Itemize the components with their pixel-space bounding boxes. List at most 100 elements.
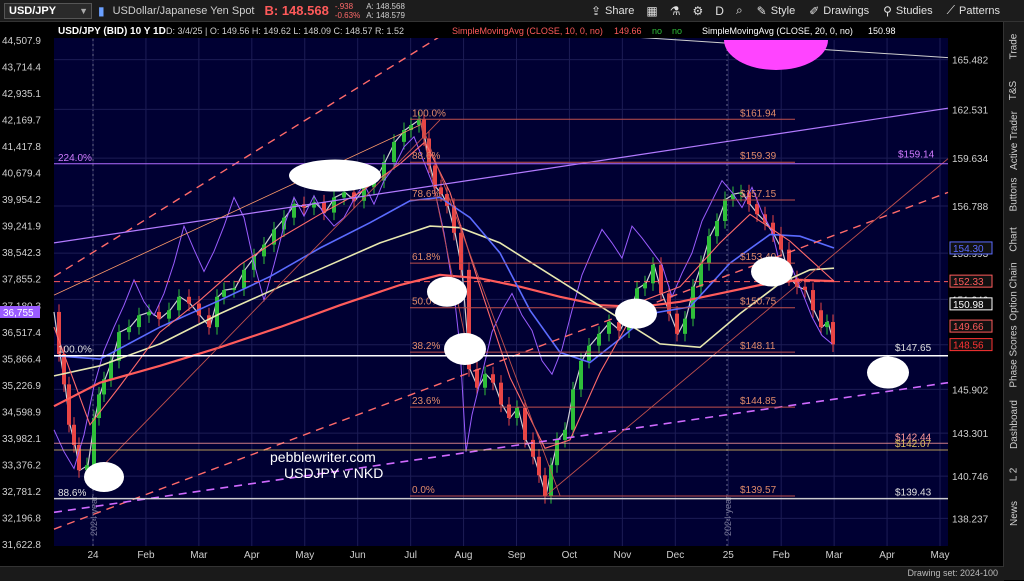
sidebar-tab-label: Active Trader <box>1008 110 1020 170</box>
candle-body <box>831 322 835 345</box>
fib-price-label: $159.39 <box>740 151 777 162</box>
y-tick-label-left: 33,982.1 <box>2 434 41 445</box>
y-tick-label-left: 39,241.9 <box>2 222 41 233</box>
y-tick-label-left: 35,866.4 <box>2 354 41 365</box>
right-level-label: $159.14 <box>898 149 935 160</box>
sidebar-tab-dashboard[interactable]: Dashboard <box>1004 392 1024 456</box>
symbol-description: USDollar/Japanese Yen Spot <box>112 4 255 17</box>
candle-body <box>537 456 541 476</box>
right-level-label: $139.43 <box>895 487 932 498</box>
fib-pct-label: 61.8% <box>412 252 440 263</box>
sidebar-tab-active-trader[interactable]: Active Trader <box>1004 110 1024 170</box>
x-tick-label: 24 <box>87 550 99 561</box>
candle-body <box>117 332 121 361</box>
candle-body <box>207 315 211 328</box>
candle-body <box>109 360 113 380</box>
legend-no: no <box>672 26 682 36</box>
annotation-ellipse <box>867 356 909 389</box>
sidebar-tab-buttons[interactable]: Buttons <box>1004 172 1024 216</box>
annotation-ellipse <box>289 159 381 192</box>
studies-button[interactable]: ⚲ Studies <box>883 4 933 18</box>
candle-body <box>755 204 759 215</box>
x-tick-label: May <box>931 550 950 561</box>
candle-body <box>92 418 96 466</box>
year-label: 2024 year <box>723 496 733 536</box>
candle-body <box>587 345 591 361</box>
fib-pct-label: 88.6% <box>412 151 440 162</box>
x-tick-label: Oct <box>562 550 578 561</box>
chevron-down-icon[interactable]: ▼ <box>79 6 88 16</box>
style-label: Style <box>770 4 796 17</box>
change-block: -.938 -0.63% <box>335 2 360 20</box>
ask-line-1: A: 148.568 <box>366 1 405 11</box>
fib-pct-label: 38.2% <box>412 341 440 352</box>
sidebar-tab-chart[interactable]: Chart <box>1004 218 1024 260</box>
candle-body <box>332 197 336 213</box>
candle-body <box>571 389 575 430</box>
annotation-ellipse <box>84 461 124 492</box>
y-tick-label-right: 159.634 <box>952 154 989 165</box>
price-chart[interactable]: 24 Feb Mar Apr May Jun Jul Aug Sep Oct Nov Dec 25 Feb… <box>0 22 1004 566</box>
sidebar-tab-phase-scores[interactable]: Phase Scores <box>1004 322 1024 390</box>
y-tick-label-right: 143.301 <box>952 429 989 440</box>
y-tick-label-left: 40,679.4 <box>2 169 41 180</box>
sidebar-tab-label: Buttons <box>1008 177 1020 211</box>
share-label: Share <box>605 4 635 17</box>
legend-sma20-value: 150.98 <box>868 26 896 36</box>
drawing-set-label[interactable]: Drawing set: 2024-100 <box>907 568 998 578</box>
studies-label: Studies <box>895 4 933 17</box>
y-tick-label-left: 36,517.4 <box>2 328 41 339</box>
fib-price-label: $161.94 <box>740 108 777 119</box>
grid-icon[interactable]: ▦ <box>646 4 657 18</box>
fib-pct-label: 78.6% <box>412 189 440 200</box>
x-tick-label: Feb <box>773 550 791 561</box>
sidebar-tab-l-2[interactable]: L 2 <box>1004 458 1024 490</box>
bottom-bar: Drawing set: 2024-100 <box>0 566 1004 581</box>
candle-body <box>187 296 191 304</box>
level-label: 224.0% <box>58 153 92 164</box>
zoom-icon[interactable]: ⌕ <box>736 3 743 18</box>
candle-body <box>167 310 171 319</box>
pencil-icon: ✐ <box>809 3 820 18</box>
symbol-selector[interactable]: USD/JPY ▼ <box>4 2 92 19</box>
brush-icon: ✎ <box>756 3 767 18</box>
share-button[interactable]: ⇪ Share <box>591 4 634 18</box>
y-tick-label-left: 39,954.2 <box>2 195 41 206</box>
sidebar-tab-label: Trade <box>1008 33 1020 59</box>
sidebar-tab-news[interactable]: News <box>1004 492 1024 534</box>
patterns-button[interactable]: ⟋ Patterns <box>947 3 1000 18</box>
change-percent: -0.63% <box>334 10 361 20</box>
period-selector[interactable]: D <box>715 4 724 18</box>
y-tick-label-right: 165.482 <box>952 56 989 67</box>
candle-body <box>147 311 151 316</box>
fib-pct-label: 23.6% <box>412 396 440 407</box>
annotation-ellipse <box>427 276 467 307</box>
x-tick-label: Nov <box>613 550 631 561</box>
x-tick-label: Sep <box>508 550 526 561</box>
sidebar-tab-trade[interactable]: Trade <box>1004 22 1024 70</box>
gear-icon[interactable]: ⚙ <box>693 4 704 18</box>
x-tick-label: May <box>295 550 314 561</box>
price-tag-value: 148.56 <box>953 341 984 352</box>
candle-body <box>392 141 396 163</box>
candle-body <box>675 313 679 334</box>
symbol-label: USD/JPY <box>9 4 57 17</box>
drawings-button[interactable]: ✐ Drawings <box>809 4 869 18</box>
sidebar-tab-label: Dashboard <box>1008 399 1020 449</box>
share-icon: ⇪ <box>590 3 602 18</box>
candle-body <box>127 327 131 333</box>
candle-body <box>715 221 719 237</box>
x-tick-label: Apr <box>879 550 895 561</box>
candle-body <box>579 360 583 390</box>
top-toolbar: USD/JPY ▼ ▮ USDollar/Japanese Yen Spot B… <box>0 0 1024 22</box>
style-button[interactable]: ✎ Style <box>757 4 796 18</box>
sidebar-tab-option-chain[interactable]: Option Chain <box>1004 262 1024 320</box>
candle-body <box>491 374 495 383</box>
candle-body <box>137 315 141 328</box>
y-tick-label-left: 37,855.2 <box>2 275 41 286</box>
flask-icon[interactable]: ⚗ <box>670 4 681 18</box>
sidebar-tab-t-s[interactable]: T&S <box>1004 72 1024 108</box>
drawings-label: Drawings <box>823 4 870 17</box>
candle-body <box>222 290 226 297</box>
x-tick-label: 25 <box>723 550 735 561</box>
